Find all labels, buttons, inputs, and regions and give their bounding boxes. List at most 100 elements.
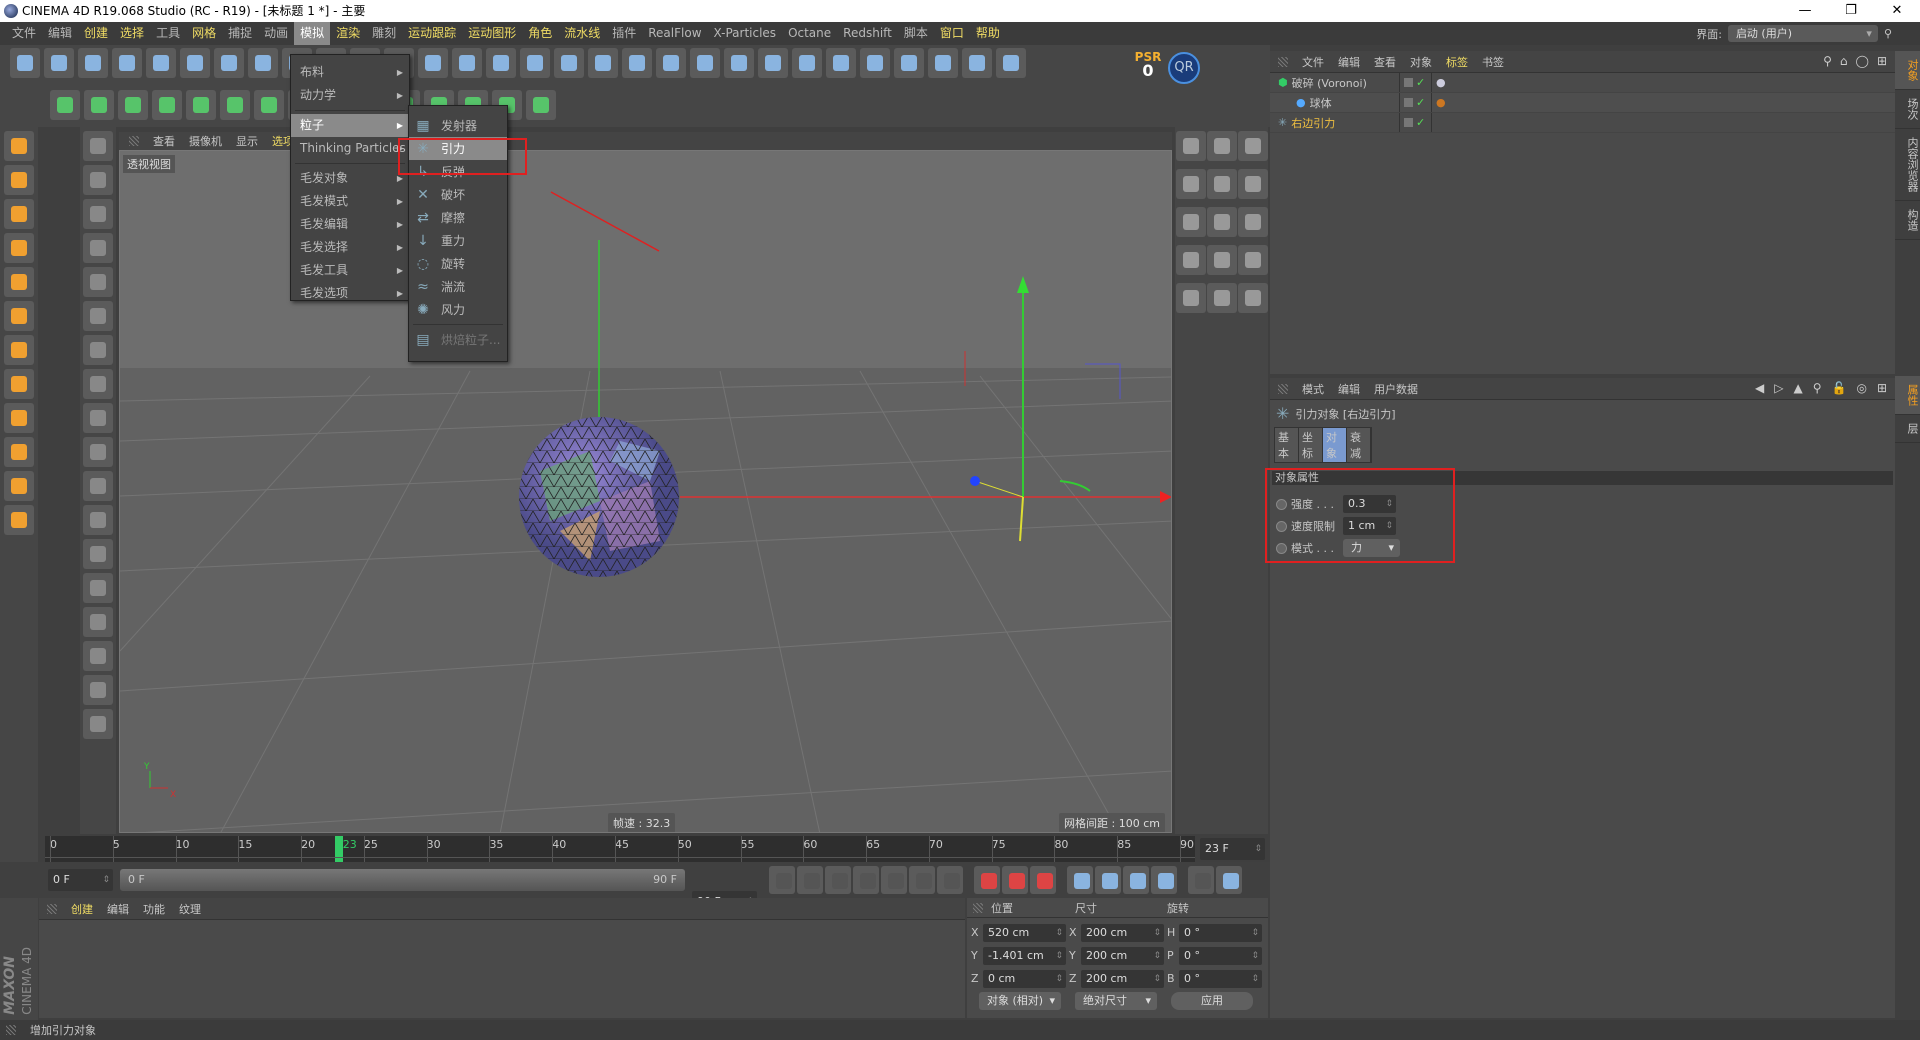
coord-rot-field[interactable]: 0 ° [1179, 946, 1262, 965]
menu-5[interactable]: 网格 [186, 22, 222, 45]
coord-size-field[interactable]: 200 cm [1081, 923, 1164, 942]
menu-1[interactable]: 编辑 [42, 22, 78, 45]
viewport-menu-display[interactable]: 显示 [236, 133, 258, 149]
coord-rot-field[interactable]: 0 ° [1179, 923, 1262, 942]
simulate-menu-item[interactable]: 毛发编辑 ▶ [291, 213, 409, 236]
live-select-icon[interactable] [83, 165, 113, 195]
material-menu-2[interactable]: 功能 [143, 901, 165, 917]
pla-key-icon[interactable] [1188, 866, 1214, 894]
view-cube-icon[interactable] [1175, 131, 1206, 161]
orange-cube-icon[interactable] [4, 301, 34, 331]
enabled-check-icon[interactable]: ✓ [1416, 116, 1425, 129]
play-icon[interactable] [853, 866, 879, 894]
side-tab-0[interactable]: 对象 [1895, 51, 1920, 90]
settings-icon[interactable] [1237, 283, 1268, 313]
autokey-icon[interactable] [1002, 866, 1028, 894]
dots2-icon[interactable] [83, 505, 113, 535]
model-icon[interactable] [50, 90, 80, 120]
menu-15[interactable]: 插件 [606, 22, 642, 45]
lasso-icon[interactable] [83, 233, 113, 263]
s-circle-icon[interactable] [4, 403, 34, 433]
particle-menu-item[interactable]: ↓ 重力 [409, 229, 507, 252]
menu-4[interactable]: 工具 [150, 22, 186, 45]
brush-icon[interactable] [83, 675, 113, 705]
simulate-menu-item[interactable]: 布料 ▶ [291, 61, 409, 84]
timeline-icon[interactable] [1216, 866, 1242, 894]
menu-12[interactable]: 运动图形 [462, 22, 522, 45]
viewport-menu-view[interactable]: 查看 [153, 133, 175, 149]
bevel-icon[interactable] [83, 403, 113, 433]
menu-8[interactable]: 模拟 [294, 22, 331, 45]
lock-icon[interactable]: 🔓 [1832, 381, 1847, 395]
menu-6[interactable]: 捕捉 [222, 22, 258, 45]
coord-pos-field[interactable]: 0 cm [983, 969, 1066, 988]
om-menu-5[interactable]: 书签 [1482, 54, 1504, 70]
frame-range-slider[interactable]: 0 F 90 F [120, 869, 685, 891]
search-icon[interactable]: ⚲ [1884, 27, 1892, 40]
pen-tool-icon[interactable] [1237, 131, 1268, 161]
next-key-icon[interactable] [909, 866, 935, 894]
polygons-icon[interactable] [186, 90, 216, 120]
array-icon[interactable] [1175, 245, 1206, 275]
particle-menu-item[interactable]: ≈ 湍流 [409, 275, 507, 298]
maximize-button[interactable]: ❐ [1828, 0, 1874, 22]
home-icon[interactable]: ⌂ [1840, 54, 1848, 68]
coord-mode-dropdown[interactable]: 对象 (相对) [979, 992, 1061, 1010]
tag-icon[interactable]: ● [1436, 96, 1446, 109]
material-menu-1[interactable]: 编辑 [107, 901, 129, 917]
dots3-icon[interactable] [83, 573, 113, 603]
coord-pos-field[interactable]: -1.401 cm [983, 946, 1066, 965]
uv-icon[interactable] [220, 90, 250, 120]
viewport-menu-camera[interactable]: 摄像机 [189, 133, 222, 149]
poly-icon[interactable] [4, 233, 34, 263]
grid-snap-icon[interactable] [4, 505, 34, 535]
layout-dropdown[interactable]: 启动 (用户) [1727, 25, 1878, 42]
menu-16[interactable]: RealFlow [642, 22, 707, 45]
menu-2[interactable]: 创建 [78, 22, 114, 45]
cloner-icon[interactable] [588, 48, 618, 78]
material-menu-3[interactable]: 纹理 [179, 901, 201, 917]
axis-mode-icon[interactable] [84, 90, 114, 120]
simulate-menu-item[interactable]: 毛发对象 ▶ [291, 167, 409, 190]
attr-tab-2[interactable]: 对象 [1323, 428, 1347, 462]
coord-icon[interactable] [996, 48, 1026, 78]
mirror-icon[interactable] [83, 539, 113, 569]
apply-button[interactable]: 应用 [1171, 992, 1253, 1010]
cube-tool-icon[interactable] [4, 131, 34, 161]
current-frame-field[interactable]: 23 F [1200, 838, 1265, 860]
search-icon[interactable]: ⚲ [1823, 54, 1832, 68]
points-icon[interactable] [118, 90, 148, 120]
side-tab-3[interactable]: 构造 [1895, 201, 1920, 240]
prev-frame-icon[interactable] [825, 866, 851, 894]
cube-icon[interactable] [486, 48, 516, 78]
perspective-icon[interactable] [1206, 131, 1237, 161]
sphere-grid-icon[interactable] [928, 48, 958, 78]
simulate-menu-item[interactable]: Thinking Particles ▶ [291, 137, 409, 160]
simulate-menu-item[interactable]: 毛发模式 ▶ [291, 190, 409, 213]
menu-18[interactable]: Octane [782, 22, 837, 45]
weld-icon[interactable] [1175, 207, 1206, 237]
axis-icon[interactable] [214, 48, 244, 78]
qr-button[interactable]: QR [1168, 52, 1200, 84]
menu-3[interactable]: 选择 [114, 22, 150, 45]
particle-icon[interactable] [826, 48, 856, 78]
subdivision-icon[interactable] [554, 48, 584, 78]
coord-size-field[interactable]: 200 cm [1081, 946, 1164, 965]
attr-tab-1[interactable]: 坐标 [1299, 428, 1323, 462]
menu-14[interactable]: 流水线 [558, 22, 606, 45]
goto-start-icon[interactable] [769, 866, 795, 894]
redo-icon[interactable] [44, 48, 74, 78]
om-menu-1[interactable]: 编辑 [1338, 54, 1360, 70]
dots5-icon[interactable] [83, 641, 113, 671]
up-icon[interactable]: ▲ [1793, 381, 1802, 395]
am-menu-1[interactable]: 编辑 [1338, 381, 1360, 397]
x-axis-icon[interactable] [248, 48, 278, 78]
enabled-check-icon[interactable]: ✓ [1416, 96, 1425, 109]
goto-end-icon[interactable] [937, 866, 963, 894]
side-tab-1[interactable]: 场次 [1895, 90, 1920, 129]
texture-icon[interactable] [254, 90, 284, 120]
pen-icon[interactable] [520, 48, 550, 78]
knife-tool-icon[interactable] [1206, 169, 1237, 199]
am-menu-0[interactable]: 模式 [1302, 381, 1324, 397]
object-row[interactable]: ● 球体 ✓ ● [1270, 93, 1895, 113]
